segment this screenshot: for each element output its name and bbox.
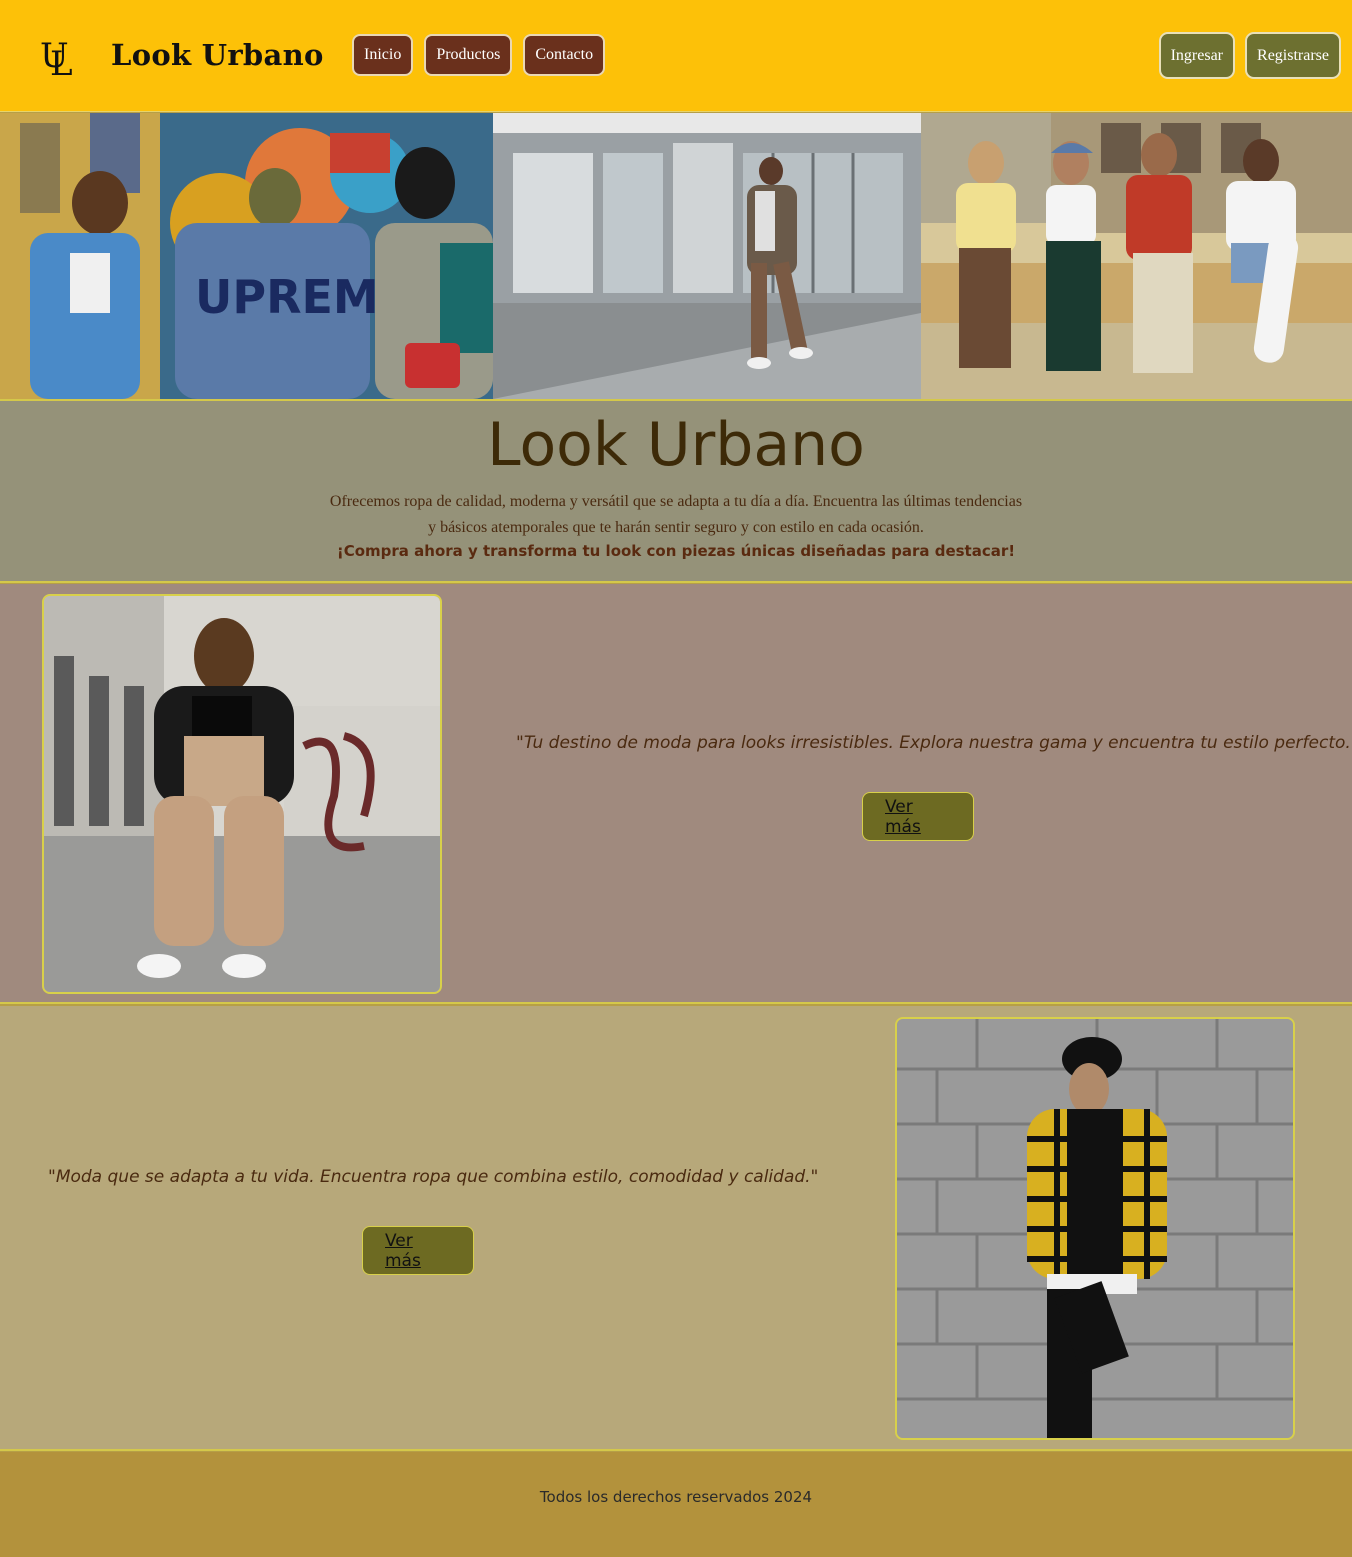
hero-photo-strip: UPREM bbox=[0, 113, 1352, 399]
nav-productos-button[interactable]: Productos bbox=[424, 34, 513, 76]
intro-cta-text: ¡Compra ahora y transforma tu look con p… bbox=[336, 542, 1016, 560]
feature-section-2: "Moda que se adapta a tu vida. Encuentra… bbox=[0, 1006, 1352, 1451]
login-button[interactable]: Ingresar bbox=[1158, 32, 1236, 79]
hero-photo-friends-sitting bbox=[921, 113, 1352, 399]
nav-contacto-button[interactable]: Contacto bbox=[523, 34, 606, 76]
section2-ver-mas-button[interactable]: Ver más bbox=[362, 1226, 474, 1275]
nav-inicio-button[interactable]: Inicio bbox=[352, 34, 414, 76]
intro-section: Look Urbano Ofrecemos ropa de calidad, m… bbox=[0, 399, 1352, 583]
svg-text:UPREM: UPREM bbox=[195, 270, 379, 324]
register-button[interactable]: Registrarse bbox=[1245, 32, 1341, 79]
main-nav: Inicio Productos Contacto bbox=[352, 34, 606, 76]
hero-photo-group-graffiti: UPREM bbox=[0, 113, 493, 399]
woman-street-photo bbox=[42, 594, 442, 994]
intro-title: Look Urbano bbox=[487, 410, 865, 480]
feature-section-1: "Tu destino de moda para looks irresisti… bbox=[0, 584, 1352, 1004]
auth-buttons: Ingresar Registrarse bbox=[1158, 32, 1341, 79]
section1-quote: "Tu destino de moda para looks irresisti… bbox=[516, 733, 1352, 753]
man-wall-photo bbox=[895, 1017, 1295, 1440]
site-header: UL Look Urbano Inicio Productos Contacto… bbox=[0, 0, 1352, 112]
section1-ver-mas-button[interactable]: Ver más bbox=[862, 792, 974, 841]
hero-photo-man-walking bbox=[493, 113, 921, 399]
brand-name[interactable]: Look Urbano bbox=[111, 38, 324, 72]
copyright-text: Todos los derechos reservados 2024 bbox=[539, 1488, 813, 1506]
site-footer: Todos los derechos reservados 2024 bbox=[0, 1452, 1352, 1557]
intro-description: Ofrecemos ropa de calidad, moderna y ver… bbox=[329, 493, 1023, 536]
section2-quote: "Moda que se adapta a tu vida. Encuentra… bbox=[48, 1167, 819, 1187]
logo-icon[interactable]: UL bbox=[40, 36, 80, 84]
